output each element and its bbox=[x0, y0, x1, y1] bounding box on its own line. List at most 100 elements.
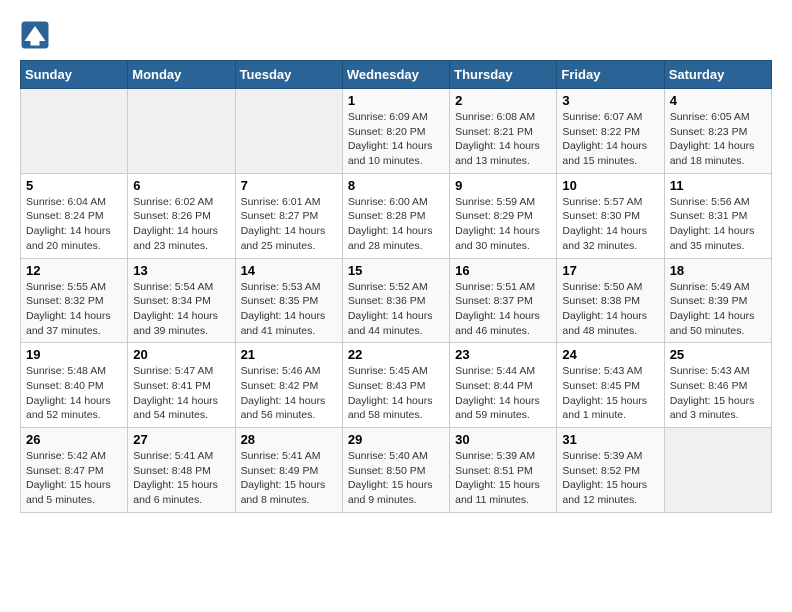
calendar-cell: 22 Sunrise: 5:45 AMSunset: 8:43 PMDayligh… bbox=[342, 343, 449, 428]
calendar-week-1: 5 Sunrise: 6:04 AMSunset: 8:24 PMDaylight… bbox=[21, 173, 772, 258]
day-info: Sunrise: 5:51 AMSunset: 8:37 PMDaylight:… bbox=[455, 280, 551, 339]
day-info: Sunrise: 5:59 AMSunset: 8:29 PMDaylight:… bbox=[455, 195, 551, 254]
day-number: 19 bbox=[26, 347, 122, 362]
day-header-monday: Monday bbox=[128, 61, 235, 89]
calendar-cell: 1 Sunrise: 6:09 AMSunset: 8:20 PMDaylight… bbox=[342, 89, 449, 174]
day-info: Sunrise: 5:48 AMSunset: 8:40 PMDaylight:… bbox=[26, 364, 122, 423]
calendar-cell: 13 Sunrise: 5:54 AMSunset: 8:34 PMDayligh… bbox=[128, 258, 235, 343]
day-number: 21 bbox=[241, 347, 337, 362]
calendar-cell: 10 Sunrise: 5:57 AMSunset: 8:30 PMDayligh… bbox=[557, 173, 664, 258]
day-number: 13 bbox=[133, 263, 229, 278]
day-number: 8 bbox=[348, 178, 444, 193]
day-info: Sunrise: 5:45 AMSunset: 8:43 PMDaylight:… bbox=[348, 364, 444, 423]
calendar-week-2: 12 Sunrise: 5:55 AMSunset: 8:32 PMDayligh… bbox=[21, 258, 772, 343]
day-number: 24 bbox=[562, 347, 658, 362]
day-header-saturday: Saturday bbox=[664, 61, 771, 89]
day-info: Sunrise: 6:01 AMSunset: 8:27 PMDaylight:… bbox=[241, 195, 337, 254]
day-number: 26 bbox=[26, 432, 122, 447]
calendar-cell: 11 Sunrise: 5:56 AMSunset: 8:31 PMDayligh… bbox=[664, 173, 771, 258]
calendar-cell: 19 Sunrise: 5:48 AMSunset: 8:40 PMDayligh… bbox=[21, 343, 128, 428]
calendar-week-4: 26 Sunrise: 5:42 AMSunset: 8:47 PMDayligh… bbox=[21, 428, 772, 513]
calendar-cell: 3Sunrise: 6:07 AMSunset: 8:22 PMDaylight… bbox=[557, 89, 664, 174]
day-info: Sunrise: 5:42 AMSunset: 8:47 PMDaylight:… bbox=[26, 449, 122, 508]
day-info: Sunrise: 6:05 AMSunset: 8:23 PMDaylight:… bbox=[670, 110, 766, 169]
day-number: 10 bbox=[562, 178, 658, 193]
day-number: 11 bbox=[670, 178, 766, 193]
calendar-header-row: SundayMondayTuesdayWednesdayThursdayFrid… bbox=[21, 61, 772, 89]
calendar-cell: 8 Sunrise: 6:00 AMSunset: 8:28 PMDaylight… bbox=[342, 173, 449, 258]
day-number: 17 bbox=[562, 263, 658, 278]
day-info: Sunrise: 6:04 AMSunset: 8:24 PMDaylight:… bbox=[26, 195, 122, 254]
day-info: Sunrise: 6:02 AMSunset: 8:26 PMDaylight:… bbox=[133, 195, 229, 254]
calendar-cell bbox=[21, 89, 128, 174]
day-number: 28 bbox=[241, 432, 337, 447]
day-number: 25 bbox=[670, 347, 766, 362]
calendar-cell: 18Sunrise: 5:49 AMSunset: 8:39 PMDayligh… bbox=[664, 258, 771, 343]
day-number: 5 bbox=[26, 178, 122, 193]
day-info: Sunrise: 6:00 AMSunset: 8:28 PMDaylight:… bbox=[348, 195, 444, 254]
calendar-cell: 23 Sunrise: 5:44 AMSunset: 8:44 PMDayligh… bbox=[450, 343, 557, 428]
day-number: 12 bbox=[26, 263, 122, 278]
calendar-cell: 24 Sunrise: 5:43 AMSunset: 8:45 PMDayligh… bbox=[557, 343, 664, 428]
calendar-cell: 15 Sunrise: 5:52 AMSunset: 8:36 PMDayligh… bbox=[342, 258, 449, 343]
day-info: Sunrise: 5:49 AMSunset: 8:39 PMDaylight:… bbox=[670, 280, 766, 339]
day-number: 22 bbox=[348, 347, 444, 362]
day-number: 31 bbox=[562, 432, 658, 447]
calendar-cell: 16 Sunrise: 5:51 AMSunset: 8:37 PMDayligh… bbox=[450, 258, 557, 343]
calendar-cell bbox=[128, 89, 235, 174]
calendar-cell bbox=[235, 89, 342, 174]
calendar-cell: 28 Sunrise: 5:41 AMSunset: 8:49 PMDayligh… bbox=[235, 428, 342, 513]
calendar-cell: 7 Sunrise: 6:01 AMSunset: 8:27 PMDaylight… bbox=[235, 173, 342, 258]
day-number: 2 bbox=[455, 93, 551, 108]
day-info: Sunrise: 5:52 AMSunset: 8:36 PMDaylight:… bbox=[348, 280, 444, 339]
day-header-tuesday: Tuesday bbox=[235, 61, 342, 89]
day-info: Sunrise: 5:47 AMSunset: 8:41 PMDaylight:… bbox=[133, 364, 229, 423]
calendar-cell: 25 Sunrise: 5:43 AMSunset: 8:46 PMDayligh… bbox=[664, 343, 771, 428]
day-info: Sunrise: 5:41 AMSunset: 8:48 PMDaylight:… bbox=[133, 449, 229, 508]
day-info: Sunrise: 5:41 AMSunset: 8:49 PMDaylight:… bbox=[241, 449, 337, 508]
day-number: 3 bbox=[562, 93, 658, 108]
day-number: 27 bbox=[133, 432, 229, 447]
calendar-cell: 4 Sunrise: 6:05 AMSunset: 8:23 PMDaylight… bbox=[664, 89, 771, 174]
logo bbox=[20, 20, 54, 50]
day-number: 15 bbox=[348, 263, 444, 278]
day-info: Sunrise: 5:57 AMSunset: 8:30 PMDaylight:… bbox=[562, 195, 658, 254]
calendar-cell: 12 Sunrise: 5:55 AMSunset: 8:32 PMDayligh… bbox=[21, 258, 128, 343]
day-info: Sunrise: 6:08 AMSunset: 8:21 PMDaylight:… bbox=[455, 110, 551, 169]
calendar-cell bbox=[664, 428, 771, 513]
calendar-cell: 5 Sunrise: 6:04 AMSunset: 8:24 PMDaylight… bbox=[21, 173, 128, 258]
day-info: Sunrise: 5:56 AMSunset: 8:31 PMDaylight:… bbox=[670, 195, 766, 254]
day-info: Sunrise: 5:46 AMSunset: 8:42 PMDaylight:… bbox=[241, 364, 337, 423]
day-info: Sunrise: 5:50 AMSunset: 8:38 PMDaylight:… bbox=[562, 280, 658, 339]
calendar-cell: 17 Sunrise: 5:50 AMSunset: 8:38 PMDayligh… bbox=[557, 258, 664, 343]
day-number: 23 bbox=[455, 347, 551, 362]
day-info: Sunrise: 5:43 AMSunset: 8:46 PMDaylight:… bbox=[670, 364, 766, 423]
calendar-cell: 20 Sunrise: 5:47 AMSunset: 8:41 PMDayligh… bbox=[128, 343, 235, 428]
day-number: 4 bbox=[670, 93, 766, 108]
calendar-cell: 27 Sunrise: 5:41 AMSunset: 8:48 PMDayligh… bbox=[128, 428, 235, 513]
day-info: Sunrise: 5:54 AMSunset: 8:34 PMDaylight:… bbox=[133, 280, 229, 339]
day-info: Sunrise: 5:55 AMSunset: 8:32 PMDaylight:… bbox=[26, 280, 122, 339]
day-header-friday: Friday bbox=[557, 61, 664, 89]
day-number: 9 bbox=[455, 178, 551, 193]
day-number: 16 bbox=[455, 263, 551, 278]
day-number: 20 bbox=[133, 347, 229, 362]
logo-icon bbox=[20, 20, 50, 50]
day-info: Sunrise: 5:43 AMSunset: 8:45 PMDaylight:… bbox=[562, 364, 658, 423]
day-number: 6 bbox=[133, 178, 229, 193]
calendar-cell: 31 Sunrise: 5:39 AMSunset: 8:52 PMDayligh… bbox=[557, 428, 664, 513]
day-number: 14 bbox=[241, 263, 337, 278]
day-number: 7 bbox=[241, 178, 337, 193]
day-header-wednesday: Wednesday bbox=[342, 61, 449, 89]
day-info: Sunrise: 5:39 AMSunset: 8:52 PMDaylight:… bbox=[562, 449, 658, 508]
calendar-cell: 29Sunrise: 5:40 AMSunset: 8:50 PMDayligh… bbox=[342, 428, 449, 513]
day-info: Sunrise: 5:40 AMSunset: 8:50 PMDaylight:… bbox=[348, 449, 444, 508]
day-number: 1 bbox=[348, 93, 444, 108]
day-info: Sunrise: 5:44 AMSunset: 8:44 PMDaylight:… bbox=[455, 364, 551, 423]
day-header-sunday: Sunday bbox=[21, 61, 128, 89]
day-info: Sunrise: 6:09 AMSunset: 8:20 PMDaylight:… bbox=[348, 110, 444, 169]
calendar-cell: 6 Sunrise: 6:02 AMSunset: 8:26 PMDaylight… bbox=[128, 173, 235, 258]
day-info: Sunrise: 5:53 AMSunset: 8:35 PMDaylight:… bbox=[241, 280, 337, 339]
calendar-cell: 14 Sunrise: 5:53 AMSunset: 8:35 PMDayligh… bbox=[235, 258, 342, 343]
calendar-cell: 26 Sunrise: 5:42 AMSunset: 8:47 PMDayligh… bbox=[21, 428, 128, 513]
